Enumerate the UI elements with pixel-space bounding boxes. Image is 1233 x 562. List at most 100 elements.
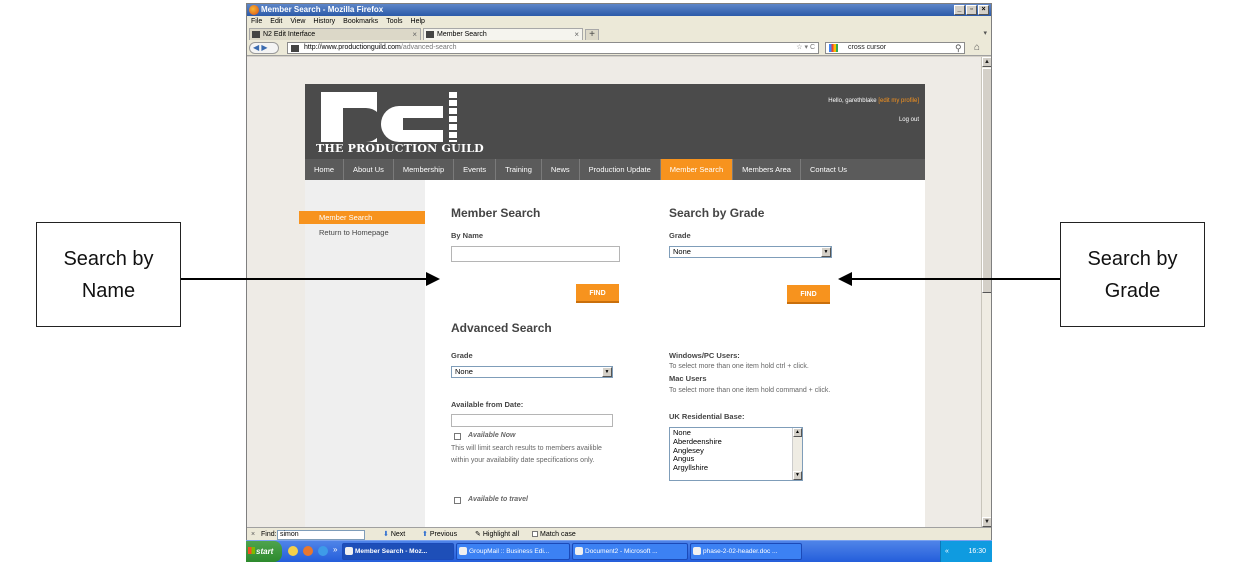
nav-home[interactable]: Home	[305, 159, 345, 180]
back-forward-button[interactable]: ◀ ▶	[249, 42, 279, 54]
nav-training[interactable]: Training	[496, 159, 542, 180]
home-icon[interactable]: ⌂	[974, 42, 980, 53]
nav-production-update[interactable]: Production Update	[580, 159, 661, 180]
tab-bar: N2 Edit Interface × Member Search × + ▾	[247, 27, 991, 40]
scroll-up-icon[interactable]: ▲	[793, 428, 802, 437]
windows-flag-icon	[248, 547, 255, 554]
menu-history[interactable]: History	[313, 16, 335, 27]
task-groupmail[interactable]: GroupMail :: Business Edi...	[456, 543, 570, 560]
more-quicklaunch-icon[interactable]: »	[333, 545, 337, 554]
name-input[interactable]	[451, 246, 620, 262]
uk-base-listbox[interactable]: None Aberdeenshire Anglesey Angus Argyll…	[669, 427, 803, 481]
availability-note-1: This will limit search results to member…	[451, 445, 602, 452]
nav-news[interactable]: News	[542, 159, 580, 180]
menu-tools[interactable]: Tools	[386, 16, 402, 27]
callout-search-by-name: Search by Name	[36, 222, 181, 327]
url-domain: http://www.productionguild.com	[304, 44, 401, 51]
menu-view[interactable]: View	[290, 16, 305, 27]
list-item[interactable]: Argyllshire	[673, 463, 799, 473]
google-icon	[829, 44, 838, 52]
nav-membership[interactable]: Membership	[394, 159, 455, 180]
arrow-head-left-icon	[838, 272, 852, 286]
close-tab-icon[interactable]: ×	[574, 29, 579, 40]
scroll-down-icon[interactable]: ▼	[793, 471, 802, 480]
site-header: THE PRODUCTION GUILD Hello, garethblake …	[305, 84, 925, 159]
menu-edit[interactable]: Edit	[270, 16, 282, 27]
available-date-input[interactable]	[451, 414, 613, 427]
app-icon	[459, 547, 467, 555]
menu-file[interactable]: File	[251, 16, 262, 27]
logo-text[interactable]: THE PRODUCTION GUILD	[316, 142, 484, 155]
page-scrollbar[interactable]: ▲ ▼	[981, 57, 991, 527]
nav-member-search[interactable]: Member Search	[660, 159, 734, 180]
maximize-button[interactable]: ▫	[966, 5, 977, 15]
task-member-search[interactable]: Member Search - Moz...	[342, 543, 454, 560]
grade-label: Grade	[669, 231, 691, 240]
find-input[interactable]: simon	[277, 530, 365, 540]
listbox-scrollbar[interactable]: ▲ ▼	[792, 428, 802, 480]
member-search-title: Member Search	[451, 206, 541, 220]
dropdown-arrow-icon[interactable]: ▼	[821, 247, 831, 257]
menu-bookmarks[interactable]: Bookmarks	[343, 16, 378, 27]
title-bar: Member Search - Mozilla Firefox _ ▫ ×	[247, 4, 991, 16]
adv-grade-select-value: None	[455, 367, 473, 376]
document-canvas: Member Search - Mozilla Firefox _ ▫ × Fi…	[0, 0, 1233, 562]
scroll-up-icon[interactable]: ▲	[982, 57, 991, 67]
logout-link[interactable]: Log out	[899, 117, 919, 123]
task-document2[interactable]: Document2 - Microsoft ...	[572, 543, 688, 560]
firefox-quicklaunch-icon[interactable]	[303, 546, 313, 556]
start-button[interactable]: start	[246, 541, 282, 562]
minimize-button[interactable]: _	[954, 5, 965, 15]
scroll-thumb[interactable]	[982, 68, 991, 293]
close-tab-icon[interactable]: ×	[412, 29, 417, 40]
tab-n2-edit[interactable]: N2 Edit Interface ×	[249, 28, 421, 40]
find-previous-label: Previous	[429, 531, 458, 538]
available-travel-checkbox[interactable]	[454, 497, 461, 504]
new-tab-button[interactable]: +	[585, 29, 599, 40]
page-icon	[252, 31, 260, 38]
tab-member-search[interactable]: Member Search ×	[423, 28, 583, 40]
nav-events[interactable]: Events	[454, 159, 497, 180]
sidebar-item-return-home[interactable]: Return to Homepage	[319, 228, 389, 237]
url-bar[interactable]: http://www.productionguild.com/advanced-…	[287, 42, 819, 54]
windows-users-note: To select more than one item hold ctrl +…	[669, 363, 809, 370]
nav-contact-us[interactable]: Contact Us	[801, 159, 856, 180]
available-now-checkbox[interactable]	[454, 433, 461, 440]
quicklaunch-icon[interactable]	[288, 546, 298, 556]
tab-list-icon[interactable]: ▾	[983, 29, 987, 37]
find-by-grade-button[interactable]: FIND	[787, 285, 830, 304]
search-bar[interactable]: cross cursor	[825, 42, 965, 54]
edit-profile-link[interactable]: [edit my profile]	[878, 98, 919, 104]
find-by-name-button[interactable]: FIND	[576, 284, 619, 303]
up-arrow-icon: ⬆	[422, 531, 428, 538]
checkbox-box	[532, 531, 538, 538]
start-label: start	[256, 547, 274, 556]
grade-select[interactable]: None ▼	[669, 246, 832, 258]
search-value: cross cursor	[848, 44, 887, 51]
word-icon	[575, 547, 583, 555]
mac-users-note: To select more than one item hold comman…	[669, 387, 831, 394]
scroll-down-icon[interactable]: ▼	[982, 517, 991, 527]
adv-grade-select[interactable]: None ▼	[451, 366, 613, 378]
find-next-label: Next	[390, 531, 406, 538]
sidebar-item-member-search[interactable]: Member Search	[299, 211, 425, 224]
bookmark-star-icon[interactable]: ☆ ▾ C	[796, 43, 815, 53]
task-phase-header[interactable]: phase-2-02-header.doc ...	[690, 543, 802, 560]
mac-users-label: Mac Users	[669, 374, 707, 383]
search-icon[interactable]: ⚲	[955, 43, 962, 54]
ie-quicklaunch-icon[interactable]	[318, 546, 328, 556]
down-arrow-icon: ⬇	[383, 531, 389, 538]
url-path: /advanced-search	[400, 44, 457, 51]
tray-expand-icon[interactable]: «	[945, 541, 949, 562]
page-icon	[426, 31, 434, 38]
greeting: Hello, garethblake [edit my profile]	[828, 98, 919, 104]
nav-about-us[interactable]: About Us	[344, 159, 394, 180]
menu-help[interactable]: Help	[411, 16, 425, 27]
close-button[interactable]: ×	[978, 5, 989, 15]
nav-members-area[interactable]: Members Area	[733, 159, 801, 180]
firefox-icon	[345, 547, 353, 555]
window-title: Member Search - Mozilla Firefox	[261, 5, 384, 14]
callout-search-by-grade: Search by Grade	[1060, 222, 1205, 327]
logo-bars	[449, 92, 457, 142]
dropdown-arrow-icon[interactable]: ▼	[602, 367, 612, 377]
